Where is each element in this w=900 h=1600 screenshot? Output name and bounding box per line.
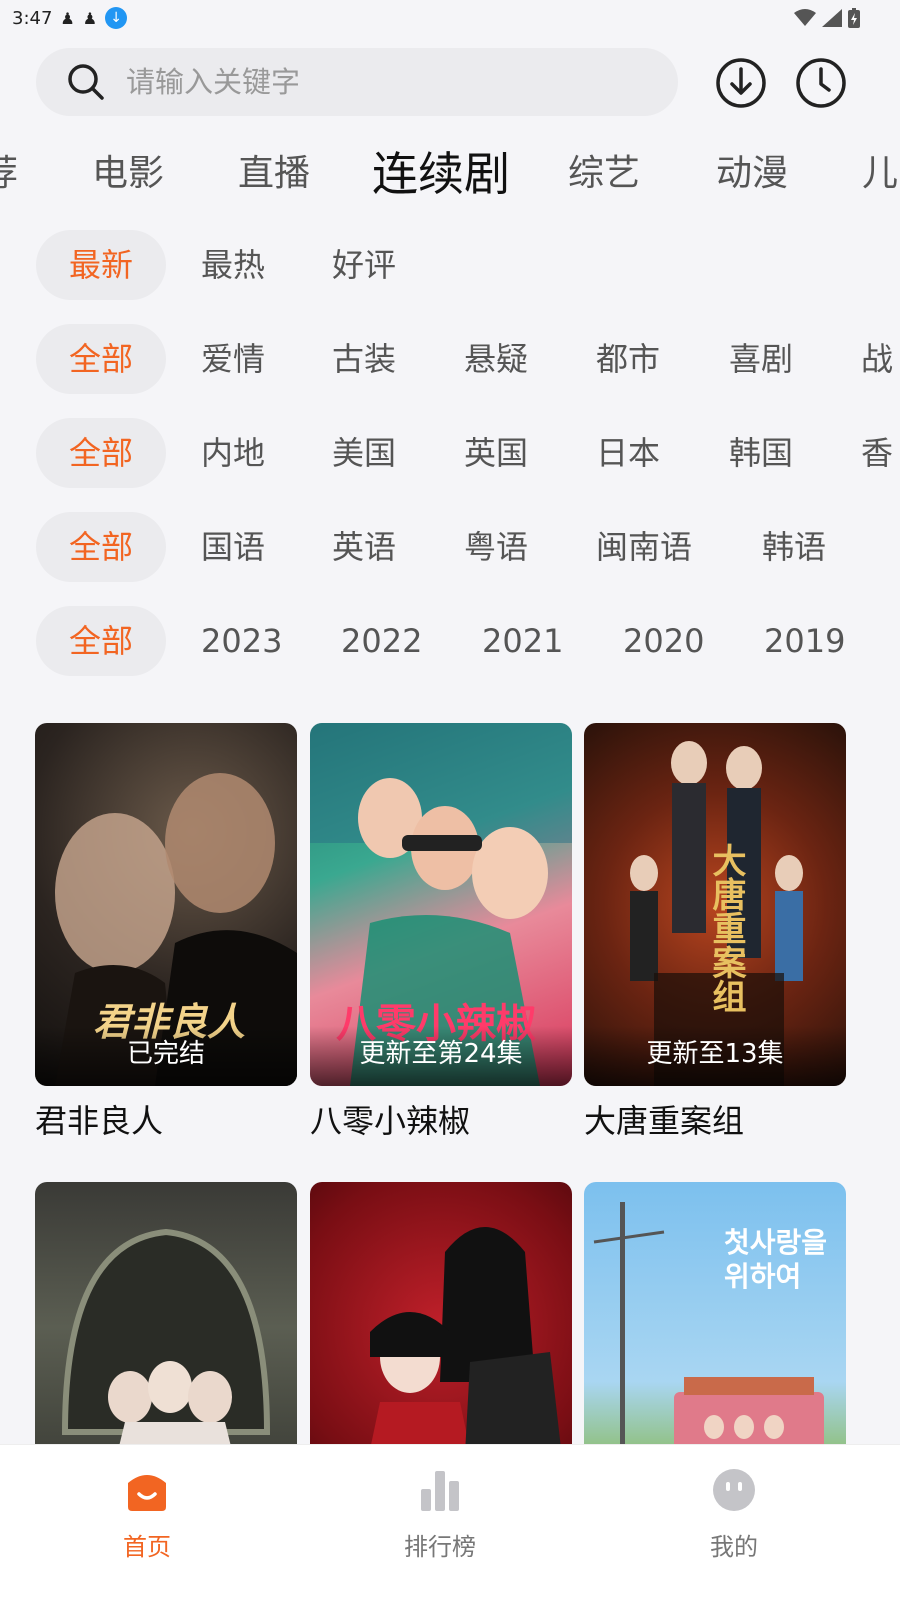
episode-status-badge: 已完结 — [35, 1026, 297, 1086]
tab-recommend[interactable]: 荐 — [0, 132, 18, 216]
home-icon — [128, 1475, 166, 1511]
bottom-navigation: 首页 排行榜 我的 — [0, 1444, 900, 1600]
history-clock-icon[interactable] — [794, 56, 848, 110]
category-tabs: 荐 电影 直播 连续剧 综艺 动漫 儿 — [0, 132, 900, 216]
tab-kids[interactable]: 儿 — [862, 132, 898, 216]
show-poster[interactable]: 八零小辣椒 更新至第24集 — [310, 723, 572, 1086]
poster-title-art: 大唐重案组 — [706, 843, 746, 1013]
chip-language-all[interactable]: 全部 — [36, 512, 166, 582]
filter-row-region: 全部 内地 美国 英国 日本 韩国 香 — [0, 418, 900, 488]
chip-genre-costume[interactable]: 古装 — [332, 324, 396, 394]
search-input[interactable] — [126, 65, 626, 99]
poster-title-art: 첫사랑을 위하여 — [724, 1226, 828, 1293]
episode-status-badge: 更新至第24集 — [310, 1026, 572, 1086]
chip-genre-urban[interactable]: 都市 — [596, 324, 660, 394]
chip-language-cantonese[interactable]: 粤语 — [464, 512, 528, 582]
show-card[interactable]: 大唐重案组 更新至13集 大唐重案组 — [584, 723, 846, 1142]
tab-live[interactable]: 直播 — [238, 132, 310, 216]
nav-home[interactable]: 首页 — [77, 1467, 217, 1562]
chip-year-2021[interactable]: 2021 — [482, 606, 563, 676]
filter-row-year: 全部 2023 2022 2021 2020 2019 — [0, 606, 900, 676]
battery-icon — [848, 8, 860, 28]
filter-row-genre: 全部 爱情 古装 悬疑 都市 喜剧 战 — [0, 324, 900, 394]
chip-region-uk[interactable]: 英国 — [464, 418, 528, 488]
chip-genre-war[interactable]: 战 — [861, 324, 893, 394]
show-card[interactable]: 八零小辣椒 更新至第24集 八零小辣椒 — [310, 723, 572, 1142]
filter-row-sort: 最新 最热 好评 — [0, 230, 900, 300]
chip-year-2023[interactable]: 2023 — [201, 606, 282, 676]
tab-movie[interactable]: 电影 — [92, 132, 164, 216]
show-title[interactable]: 君非良人 — [35, 1096, 297, 1142]
status-left: 3:47 ♟ ♟ ↓ — [12, 7, 128, 29]
signal-icon — [822, 9, 842, 27]
chip-sort-newest[interactable]: 最新 — [36, 230, 166, 300]
chip-region-mainland[interactable]: 内地 — [201, 418, 265, 488]
status-time: 3:47 — [12, 7, 53, 29]
chip-genre-romance[interactable]: 爱情 — [201, 324, 265, 394]
tab-variety[interactable]: 综艺 — [568, 132, 640, 216]
search-icon — [68, 64, 104, 100]
tab-anime[interactable]: 动漫 — [716, 132, 788, 216]
chip-genre-comedy[interactable]: 喜剧 — [729, 324, 793, 394]
chip-year-all[interactable]: 全部 — [36, 606, 166, 676]
download-icon[interactable] — [714, 56, 768, 110]
chip-region-usa[interactable]: 美国 — [332, 418, 396, 488]
download-notification-icon: ↓ — [105, 7, 128, 29]
show-card[interactable]: 君非良人 已完结 君非良人 — [35, 723, 297, 1142]
notification-icon: ♟ — [60, 8, 75, 28]
wifi-icon — [794, 9, 816, 26]
chip-language-mandarin[interactable]: 国语 — [201, 512, 265, 582]
chip-region-korea[interactable]: 韩国 — [729, 418, 793, 488]
show-poster[interactable]: 君非良人 已完结 — [35, 723, 297, 1086]
nav-home-label: 首页 — [123, 1533, 171, 1561]
chip-language-korean[interactable]: 韩语 — [762, 512, 826, 582]
chip-sort-top-rated[interactable]: 好评 — [332, 230, 396, 300]
chip-sort-hottest[interactable]: 最热 — [201, 230, 265, 300]
status-right — [794, 8, 860, 28]
episode-status-badge: 更新至13集 — [584, 1026, 846, 1086]
show-title[interactable]: 八零小辣椒 — [310, 1096, 572, 1142]
profile-face-icon — [713, 1469, 755, 1511]
chip-language-english[interactable]: 英语 — [332, 512, 396, 582]
tab-tv-series[interactable]: 连续剧 — [372, 132, 510, 216]
nav-ranking[interactable]: 排行榜 — [370, 1467, 510, 1562]
notification-icon-2: ♟ — [82, 8, 98, 28]
chip-genre-all[interactable]: 全部 — [36, 324, 166, 394]
chip-region-japan[interactable]: 日本 — [596, 418, 660, 488]
bar-chart-icon — [421, 1471, 459, 1511]
chip-year-2019[interactable]: 2019 — [764, 606, 845, 676]
chip-genre-mystery[interactable]: 悬疑 — [464, 324, 528, 394]
show-poster[interactable]: 大唐重案组 更新至13集 — [584, 723, 846, 1086]
status-bar: 3:47 ♟ ♟ ↓ — [0, 0, 900, 36]
chip-region-hongkong[interactable]: 香 — [861, 418, 893, 488]
show-title[interactable]: 大唐重案组 — [584, 1096, 846, 1142]
filter-row-language: 全部 国语 英语 粤语 闽南语 韩语 — [0, 512, 900, 582]
search-bar[interactable] — [36, 48, 678, 116]
chip-year-2022[interactable]: 2022 — [341, 606, 422, 676]
chip-year-2020[interactable]: 2020 — [623, 606, 704, 676]
nav-ranking-label: 排行榜 — [404, 1533, 476, 1561]
nav-profile[interactable]: 我的 — [664, 1467, 804, 1562]
nav-profile-label: 我的 — [710, 1533, 758, 1561]
chip-region-all[interactable]: 全部 — [36, 418, 166, 488]
chip-language-minnan[interactable]: 闽南语 — [596, 512, 692, 582]
